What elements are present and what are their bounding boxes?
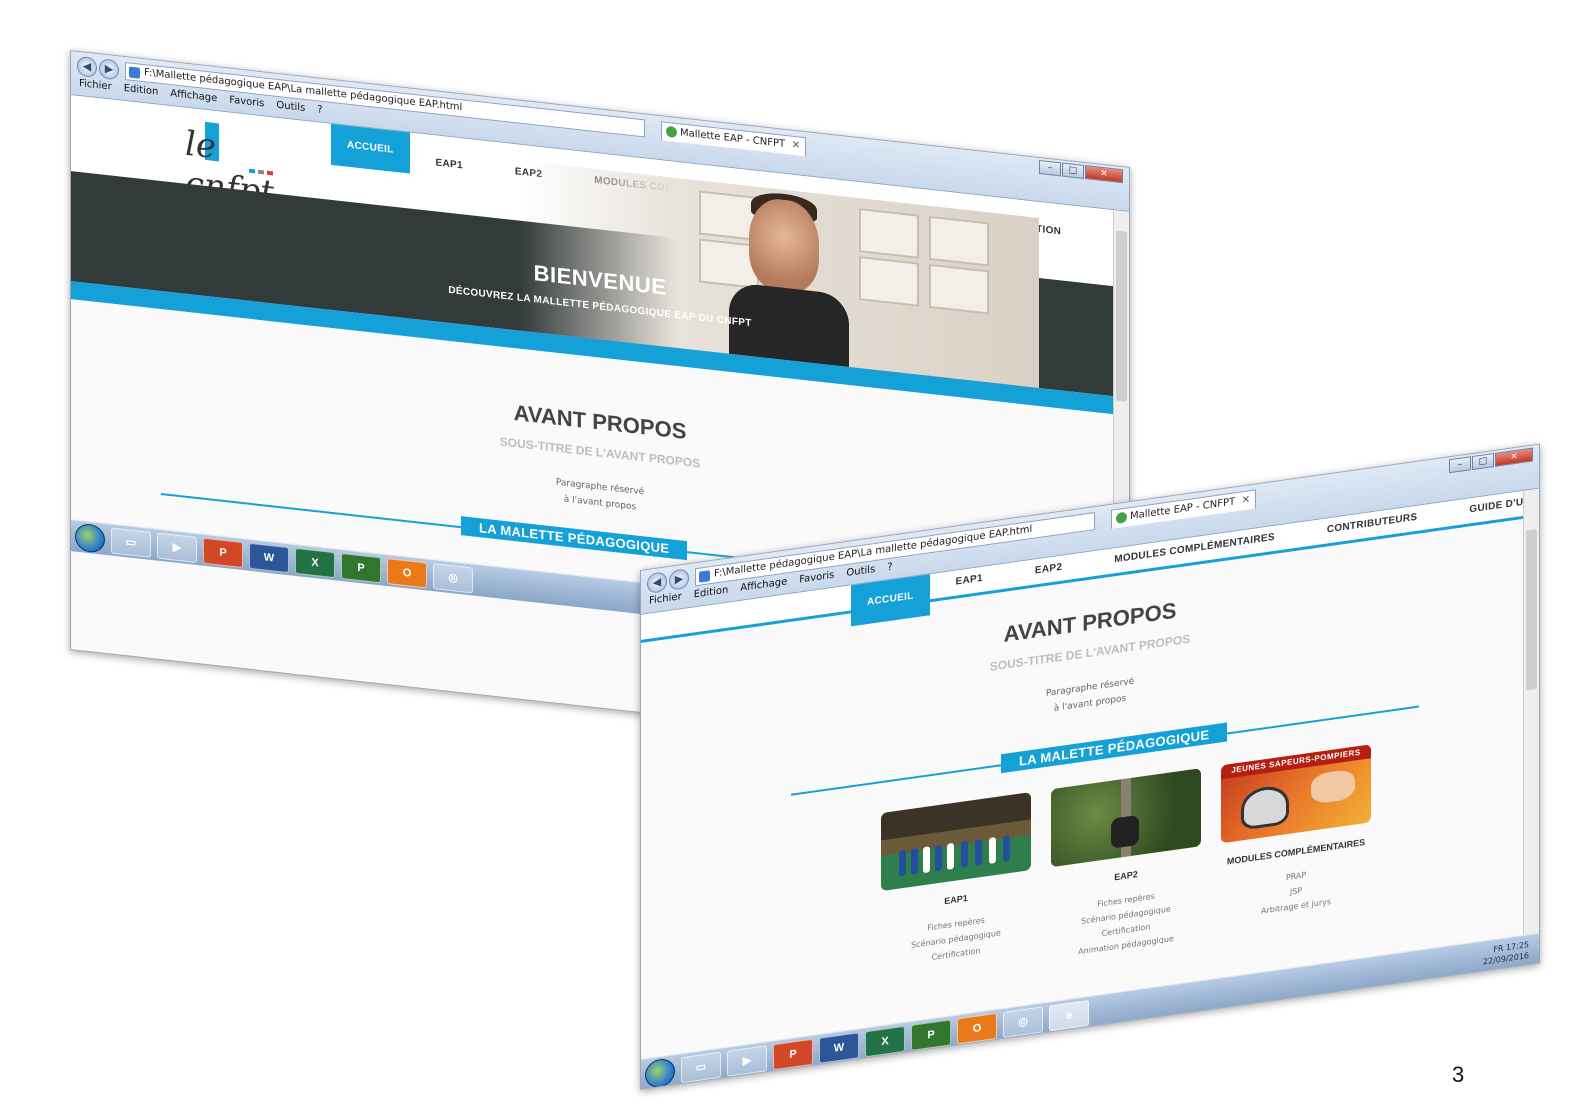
cnfpt-logo[interactable]: le cnfpt [181, 117, 281, 214]
outlook-icon[interactable]: O [957, 1012, 997, 1044]
favicon-icon [1116, 511, 1127, 525]
menu-fichier[interactable]: Fichier [649, 591, 682, 607]
tray-lang: FR [1493, 943, 1504, 955]
window-controls: – □ ✕ [1039, 159, 1123, 184]
back-icon[interactable]: ◀ [77, 55, 97, 78]
menu-outils[interactable]: Outils [276, 100, 305, 114]
tab-title-2: Mallette EAP - CNFPT [1130, 496, 1236, 523]
minimize-icon[interactable]: – [1449, 456, 1471, 474]
ie-icon[interactable]: e [1049, 999, 1089, 1032]
card-eap2[interactable]: EAP2 Fiches repères Scénario pédagogique… [1051, 768, 1201, 963]
section-label-2: LA MALETTE PÉDAGOGIQUE [1001, 722, 1228, 774]
menu-outils[interactable]: Outils [846, 564, 875, 579]
chrome-icon[interactable]: ◎ [1003, 1005, 1043, 1038]
media-player-icon[interactable]: ▶ [157, 532, 197, 563]
tray-date: 22/09/2016 [1482, 951, 1529, 967]
maximize-icon[interactable]: □ [1062, 162, 1084, 179]
menu-help[interactable]: ? [317, 104, 322, 116]
powerpoint-icon[interactable]: P [773, 1038, 813, 1070]
forward-icon[interactable]: ▶ [669, 568, 689, 591]
tab-title: Mallette EAP - CNFPT [680, 127, 786, 150]
avant-paragraph-2: à l'avant propos [1053, 693, 1127, 714]
close-window-icon[interactable]: ✕ [1495, 447, 1533, 467]
menu-edition[interactable]: Edition [694, 585, 729, 601]
menu-edition[interactable]: Edition [124, 83, 159, 98]
nav-eap1[interactable]: EAP1 [410, 132, 489, 184]
explorer-icon[interactable]: ▭ [681, 1051, 721, 1083]
menu-affichage[interactable]: Affichage [170, 88, 217, 104]
favicon-icon [666, 125, 677, 139]
minimize-icon[interactable]: – [1039, 159, 1061, 177]
system-tray[interactable]: FR 17:25 22/09/2016 [1483, 939, 1529, 967]
excel-icon[interactable]: X [865, 1025, 905, 1057]
card-eap1[interactable]: EAP1 Fiches repères Scénario pédagogique… [881, 792, 1031, 972]
slide: ◀ ▶ F:\Mallette pédagogique EAP\La malle… [0, 0, 1591, 1108]
outlook-icon[interactable]: O [387, 557, 427, 588]
word-icon[interactable]: W [249, 542, 289, 573]
maximize-icon[interactable]: □ [1472, 452, 1494, 471]
menu-favoris[interactable]: Favoris [799, 570, 834, 586]
card-modules[interactable]: JEUNES SAPEURS-POMPIERS MODULES COMPLÉME… [1221, 744, 1371, 924]
modules-photo: JEUNES SAPEURS-POMPIERS [1221, 744, 1371, 844]
page-number: 3 [1452, 1062, 1465, 1087]
avant-paragraph-2: à l'avant propos [563, 494, 637, 513]
scrollbar-thumb[interactable] [1116, 230, 1127, 402]
menu-help[interactable]: ? [887, 561, 892, 573]
explorer-icon[interactable]: ▭ [111, 527, 151, 558]
start-icon[interactable] [75, 522, 105, 554]
forward-icon[interactable]: ▶ [99, 58, 119, 81]
scrollbar-thumb[interactable] [1526, 528, 1537, 691]
excel-icon[interactable]: X [295, 547, 335, 578]
close-tab-icon[interactable]: ✕ [792, 137, 800, 155]
chrome-icon[interactable]: ◎ [433, 562, 473, 593]
menu-favoris[interactable]: Favoris [229, 95, 264, 110]
menu-affichage[interactable]: Affichage [740, 576, 787, 594]
section-label: LA MALETTE PÉDAGOGIQUE [461, 516, 688, 561]
page-icon [129, 66, 140, 79]
page-icon [699, 570, 710, 583]
close-window-icon[interactable]: ✕ [1085, 165, 1123, 184]
browser-tab-2[interactable]: Mallette EAP - CNFPT ✕ [1111, 489, 1257, 529]
publisher-icon[interactable]: P [911, 1018, 951, 1051]
menu-fichier[interactable]: Fichier [79, 78, 112, 93]
window-controls-2: – □ ✕ [1449, 447, 1533, 474]
publisher-icon[interactable]: P [341, 552, 381, 583]
start-icon[interactable] [645, 1056, 675, 1089]
close-tab-icon[interactable]: ✕ [1242, 491, 1250, 509]
scrollbar-2[interactable] [1523, 488, 1539, 965]
media-player-icon[interactable]: ▶ [727, 1044, 767, 1077]
powerpoint-icon[interactable]: P [203, 537, 243, 568]
back-icon[interactable]: ◀ [647, 571, 667, 595]
eap1-photo [881, 792, 1031, 892]
eap2-photo [1051, 768, 1201, 868]
nav-accueil[interactable]: ACCUEIL [331, 123, 410, 174]
word-icon[interactable]: W [819, 1031, 859, 1064]
browser-tab[interactable]: Mallette EAP - CNFPT ✕ [661, 121, 807, 157]
